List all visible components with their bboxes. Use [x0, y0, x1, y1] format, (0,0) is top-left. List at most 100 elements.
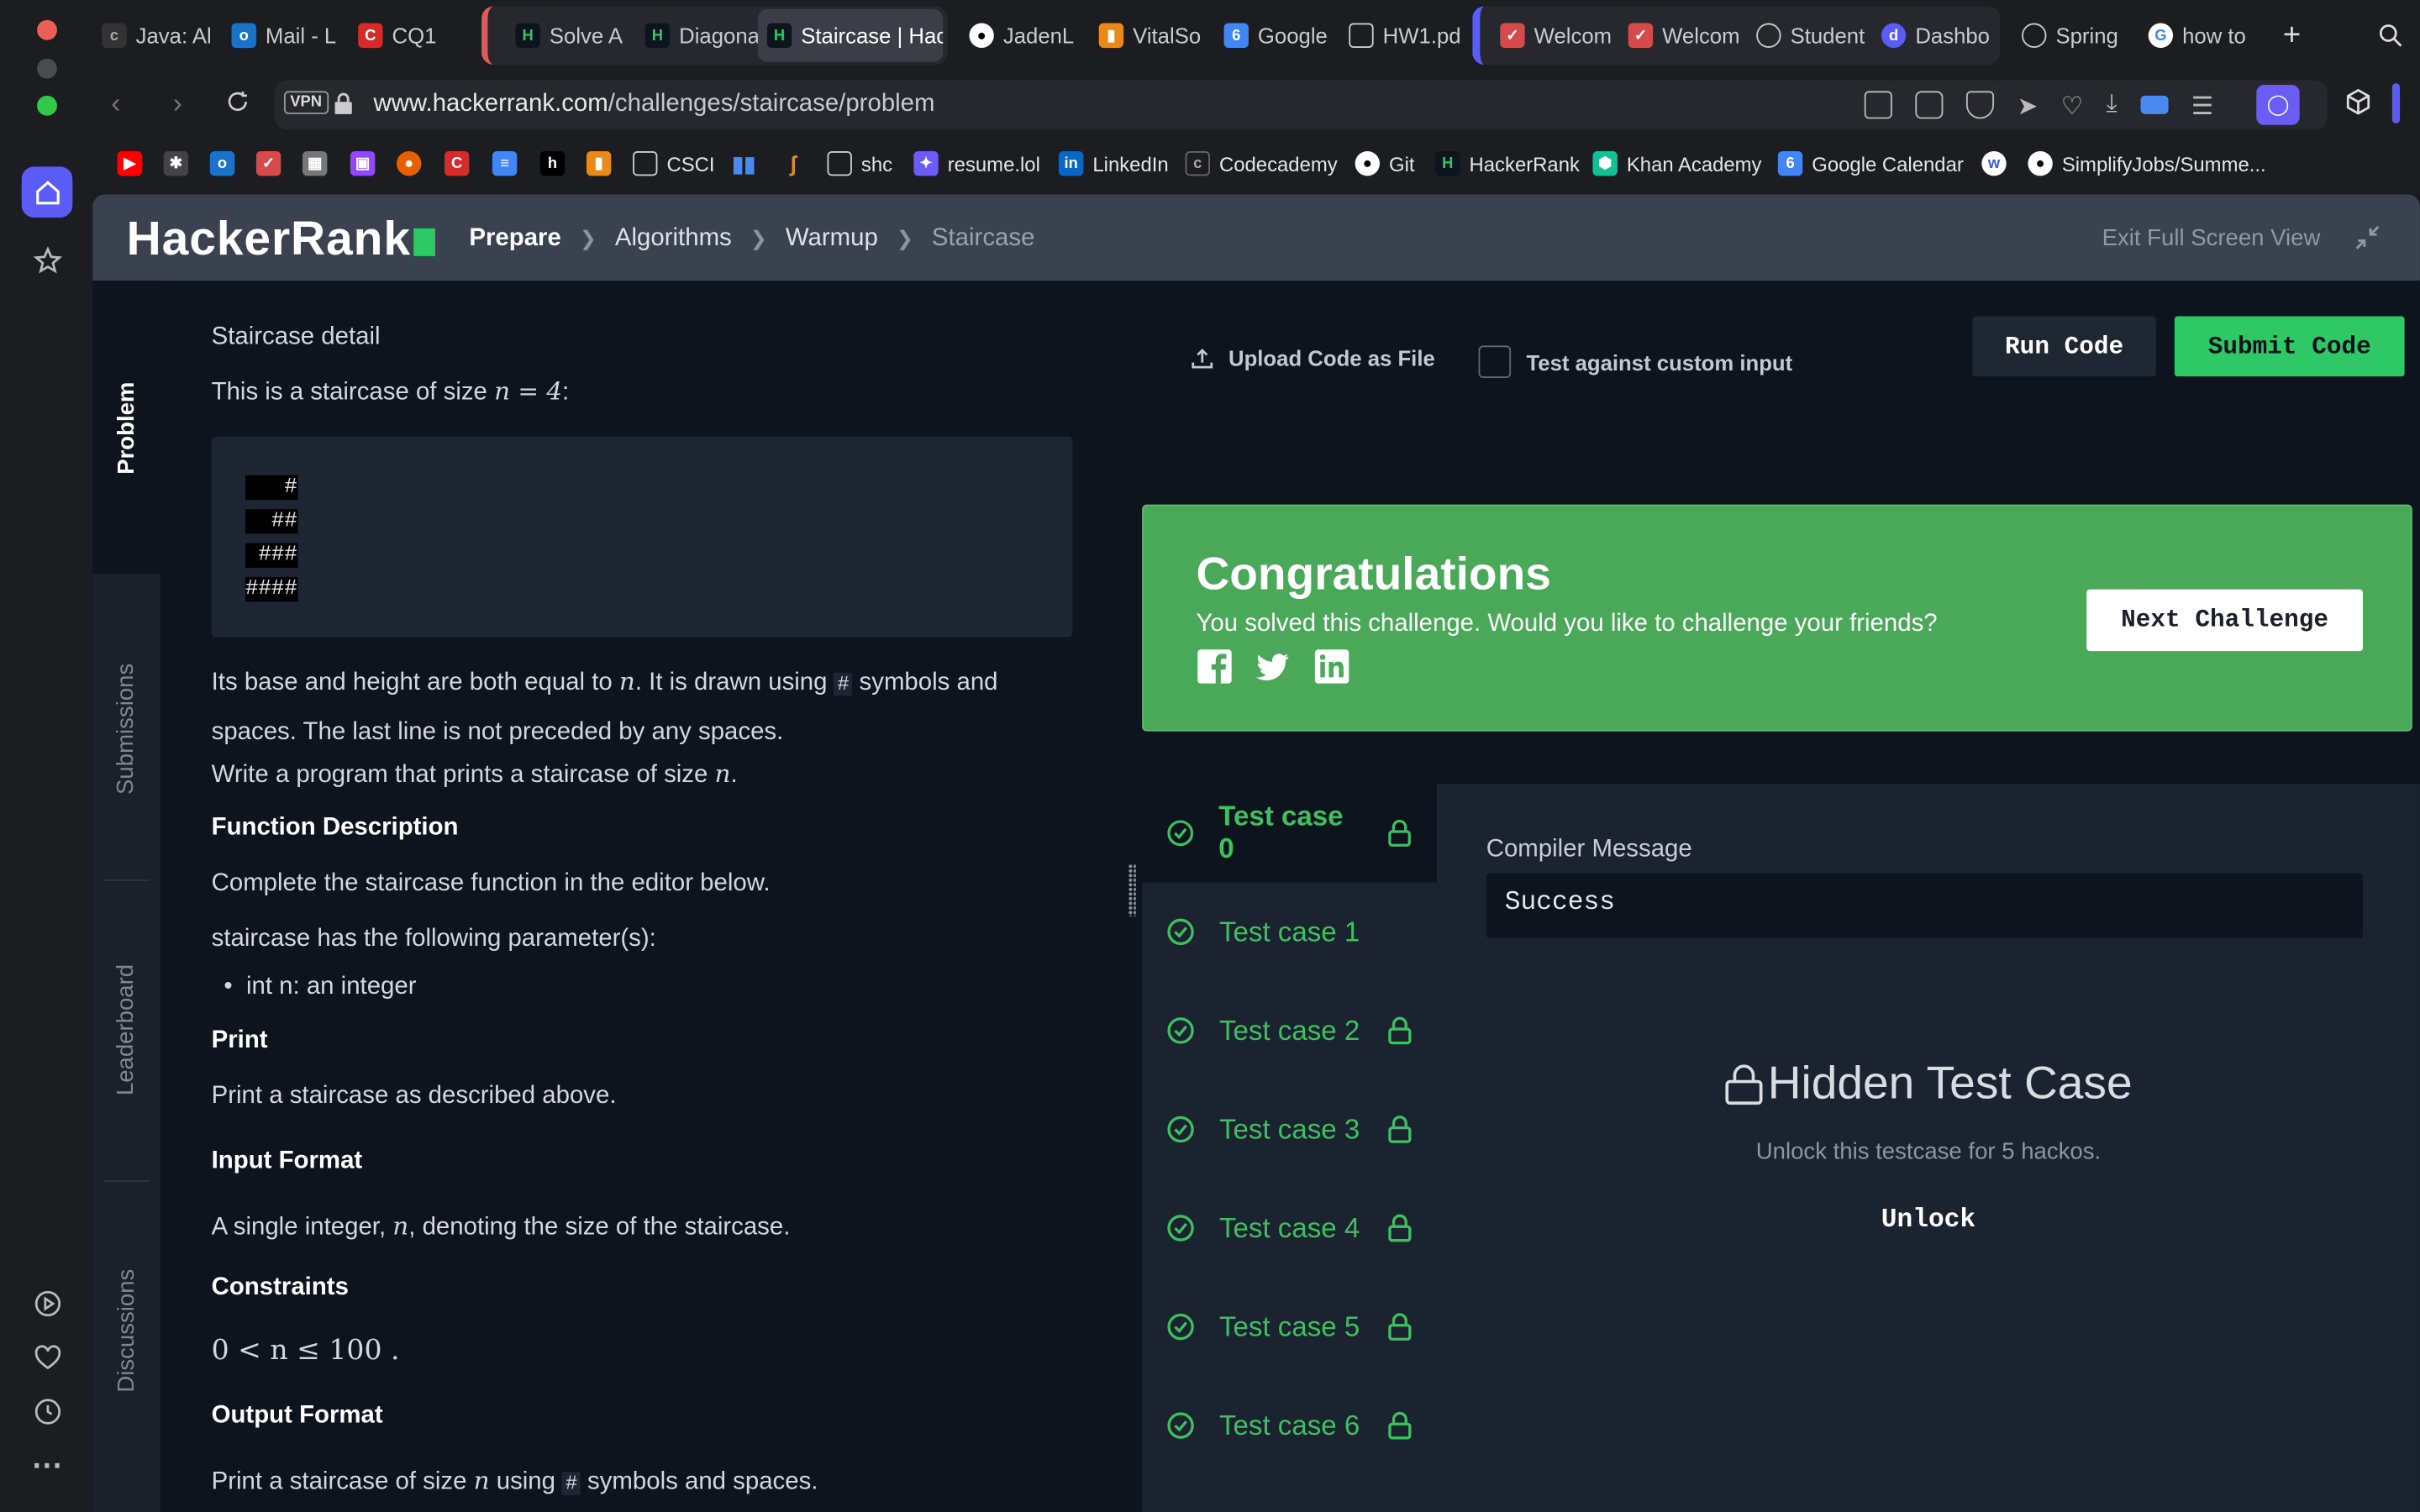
upload-code-button[interactable]: Upload Code as File [1192, 345, 1435, 370]
send-icon[interactable]: ➤ [2018, 91, 2039, 122]
docs-bookmark-icon[interactable]: ≡ [492, 150, 518, 176]
tab[interactable]: ✓ Welcom [1619, 9, 1746, 61]
tab[interactable]: ✓ Welcom [1491, 9, 1618, 61]
settings-sliders-icon[interactable]: ☰ [2191, 91, 2213, 122]
battery-icon[interactable] [2140, 95, 2169, 114]
new-tab-button[interactable]: + [2269, 9, 2315, 61]
bookmark[interactable]: ● Git [1355, 150, 1415, 176]
close-window-button[interactable] [37, 19, 57, 40]
notes-bookmark-icon[interactable]: ▦ [302, 150, 328, 176]
heart-icon[interactable]: ♡ [2061, 91, 2083, 122]
w-bookmark-icon[interactable]: w [1981, 150, 2007, 176]
bookmark-folder[interactable]: shc [827, 150, 892, 176]
tab[interactable]: Spring [2012, 9, 2139, 61]
tab[interactable]: H Solve A [506, 9, 633, 61]
analytics-bookmark-icon[interactable]: ▮▮ [732, 150, 756, 176]
camera-icon[interactable] [1915, 91, 1944, 119]
edit-icon[interactable] [1864, 91, 1892, 119]
bug-bookmark-icon[interactable]: ✱ [163, 150, 189, 176]
tab[interactable]: c Java: Al [92, 9, 216, 61]
tab[interactable]: C CQ1 [349, 9, 472, 61]
submit-code-button[interactable]: Submit Code [2174, 316, 2405, 377]
outlook-bookmark-icon[interactable]: o [209, 150, 235, 176]
vpn-badge[interactable]: VPN [283, 91, 329, 114]
profile-avatar[interactable]: ◯ [2256, 85, 2300, 125]
shield-icon[interactable] [1965, 91, 1995, 119]
minimize-window-button[interactable] [37, 58, 57, 79]
custom-input-checkbox[interactable]: Test against custom input [1478, 345, 1792, 378]
exit-fullscreen-button[interactable]: Exit Full Screen View [2102, 225, 2321, 251]
facebook-icon[interactable] [1196, 648, 1233, 685]
checkbox-box[interactable] [1478, 345, 1512, 378]
tab-submissions[interactable]: Submissions [92, 581, 160, 874]
bookmark[interactable]: 6 Google Calendar [1777, 150, 1964, 176]
unlock-button[interactable]: Unlock [1437, 1206, 2420, 1236]
tab-active[interactable]: H Staircase | Hac [757, 9, 944, 62]
tab[interactable]: H Diagona [636, 9, 763, 61]
twitter-icon[interactable] [1255, 648, 1292, 685]
home-icon[interactable] [21, 166, 73, 218]
heart-icon[interactable] [22, 1331, 73, 1383]
search-tabs-icon[interactable] [2367, 9, 2413, 61]
test-case-tab[interactable]: Test case 2 [1142, 981, 1437, 1080]
tab[interactable]: Ghow to [2139, 9, 2263, 61]
run-code-button[interactable]: Run Code [1972, 316, 2156, 377]
extensions-cube-icon[interactable] [2343, 87, 2374, 125]
bookmark-label: SimplifyJobs/Summe... [2061, 151, 2266, 176]
url-field[interactable]: VPN www.hackerrank.com/challenges/stairc… [274, 80, 2328, 130]
handshake-bookmark-icon[interactable]: h [539, 150, 566, 176]
breadcrumb-warmup[interactable]: Warmup [786, 225, 878, 253]
more-dots-icon[interactable]: ⋯ [22, 1440, 73, 1491]
tab[interactable]: 6 Google [1214, 9, 1338, 61]
bookmark[interactable]: ● SimplifyJobs/Summe... [2028, 150, 2266, 176]
test-case-tab[interactable]: Test case 6 [1142, 1376, 1437, 1475]
linkedin-icon[interactable] [1313, 648, 1350, 685]
youtube-bookmark-icon[interactable]: ▶ [117, 150, 142, 176]
ai-bookmark-icon[interactable]: ʃ [781, 151, 805, 176]
check-circle-icon [1167, 1017, 1194, 1044]
star-icon[interactable] [22, 234, 73, 286]
tab-discussions[interactable]: Discussions [92, 1184, 160, 1477]
tab-label: Solve A [549, 23, 623, 48]
twitch-bookmark-icon[interactable]: ▣ [350, 150, 376, 176]
hackerrank-icon: H [1435, 150, 1460, 176]
tab[interactable]: Student [1747, 9, 1870, 61]
tab[interactable]: ● JadenL [960, 9, 1086, 61]
tab-problem[interactable]: Problem [92, 281, 161, 575]
breadcrumb-prepare[interactable]: Prepare [469, 225, 560, 253]
tab[interactable]: ▮ VitalSo [1090, 9, 1213, 61]
bookmark[interactable]: in LinkedIn [1058, 150, 1169, 176]
collapse-icon[interactable] [2355, 225, 2380, 258]
bookmark[interactable]: c Codecademy [1185, 150, 1338, 176]
tab[interactable]: o Mail - L [222, 9, 345, 61]
test-case-tab[interactable]: Test case 3 [1142, 1080, 1437, 1179]
bookmark-folder[interactable]: CSCI [633, 150, 715, 176]
back-icon[interactable]: ‹ [111, 88, 120, 121]
test-case-tab[interactable]: Test case 0 [1142, 784, 1437, 883]
breadcrumb-algorithms[interactable]: Algorithms [615, 225, 732, 253]
download-icon[interactable]: ⤓ [2107, 91, 2118, 122]
test-case-tab[interactable]: Test case 1 [1142, 883, 1437, 982]
bookmark[interactable]: ⬢ Khan Academy [1592, 150, 1762, 176]
forward-icon[interactable]: › [173, 88, 182, 121]
outlook-icon: o [231, 23, 256, 48]
history-clock-icon[interactable] [22, 1385, 73, 1436]
test-case-tab[interactable]: Test case 4 [1142, 1179, 1437, 1278]
bookmark[interactable]: ✦ resume.lol [913, 150, 1040, 176]
bookmark[interactable]: H HackerRank [1435, 150, 1580, 176]
tab-leaderboard[interactable]: Leaderboard [92, 883, 160, 1176]
play-circle-icon[interactable] [22, 1278, 73, 1329]
tab[interactable]: HW1.pd [1339, 9, 1463, 61]
test-case-tab[interactable]: Test case 5 [1142, 1278, 1437, 1377]
print-heading: Print [211, 1027, 268, 1054]
canvas-bookmark-icon[interactable]: C [444, 150, 470, 176]
gradescope-bookmark-icon[interactable]: ✓ [255, 150, 281, 176]
tab[interactable]: d Dashbo [1872, 9, 1996, 61]
firefox-bookmark-icon[interactable]: ● [397, 150, 422, 176]
reload-icon[interactable] [225, 90, 250, 123]
panel-resize-handle[interactable] [1122, 281, 1143, 1512]
maximize-window-button[interactable] [37, 95, 57, 116]
jobs-bookmark-icon[interactable]: ▮ [586, 150, 612, 176]
next-challenge-button[interactable]: Next Challenge [2086, 589, 2363, 652]
hackerrank-logo[interactable]: HackerRank [127, 212, 436, 267]
